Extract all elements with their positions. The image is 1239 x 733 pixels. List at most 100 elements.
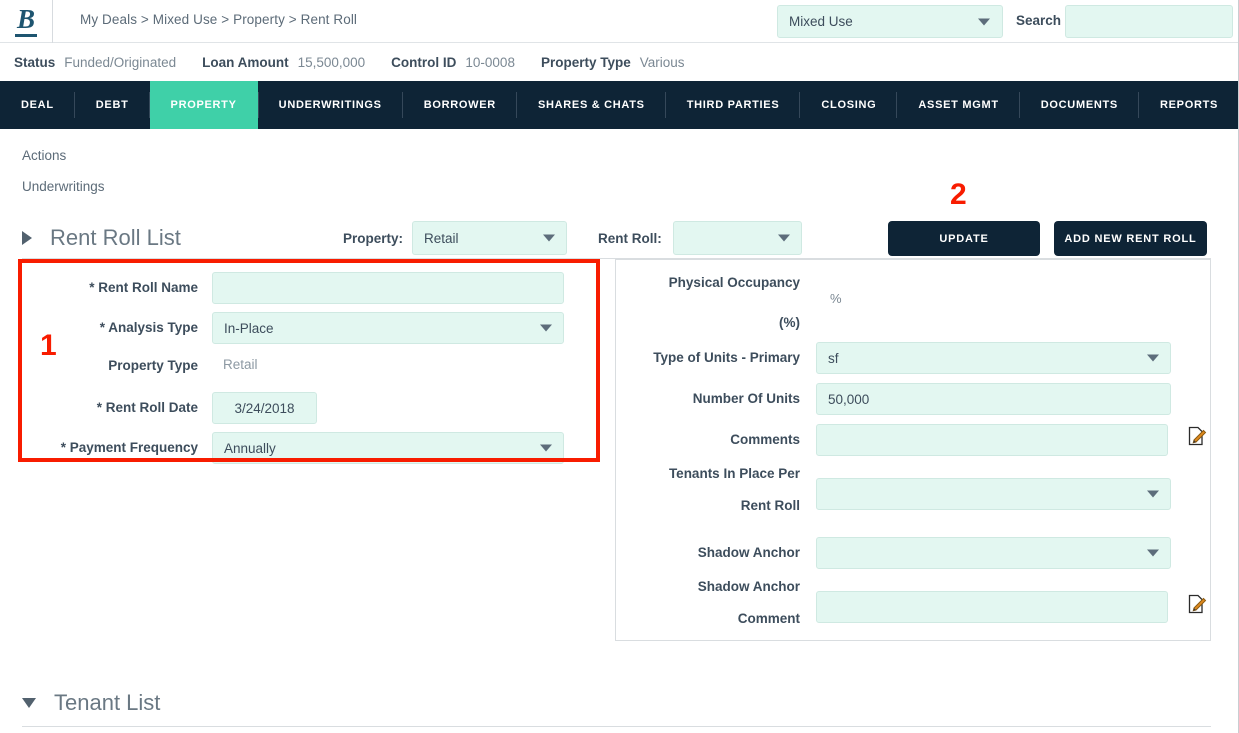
field-row-tenants-in-place: Tenants In Place Per Rent Roll <box>624 465 1171 515</box>
tenants-in-place-select[interactable] <box>816 478 1171 510</box>
tab-third-parties[interactable]: THIRD PARTIES <box>666 81 801 129</box>
status-value-status: Funded/Originated <box>64 55 177 70</box>
analysis-type-value: In-Place <box>224 320 274 336</box>
status-key-status: Status <box>14 55 56 70</box>
property-filter-value: Retail <box>424 230 459 246</box>
status-value-control-id: 10-0008 <box>465 55 515 70</box>
rent-roll-date-label: * Rent Roll Date <box>96 400 198 415</box>
edit-pencil-icon[interactable] <box>1187 426 1207 446</box>
top-bar: B My Deals > Mixed Use > Property > Rent… <box>0 0 1239 43</box>
type-of-units-value: sf <box>828 350 839 366</box>
rent-roll-filter-select[interactable] <box>673 221 802 255</box>
tab-reports[interactable]: REPORTS <box>1139 81 1239 129</box>
tab-borrower-label: BORROWER <box>423 99 496 111</box>
property-type-label: Property Type <box>108 358 198 373</box>
tab-asset-mgmt[interactable]: ASSET MGMT <box>897 81 1021 129</box>
edit-pencil-icon[interactable] <box>1187 594 1207 614</box>
tab-shares-chats[interactable]: SHARES & CHATS <box>517 81 666 129</box>
tenant-list-title: Tenant List <box>54 690 161 715</box>
deal-status-strip: Status Funded/Originated Loan Amount 15,… <box>0 44 1239 81</box>
shadow-anchor-comment-label-line2: Comment <box>737 611 800 626</box>
app-logo[interactable]: B <box>0 0 53 43</box>
link-underwritings[interactable]: Underwritings <box>22 179 105 194</box>
status-key-property-type: Property Type <box>540 55 631 70</box>
tab-underwritings[interactable]: UNDERWRITINGS <box>257 81 403 129</box>
tab-deal-label: DEAL <box>21 99 54 111</box>
chevron-down-icon <box>540 444 552 452</box>
annotation-number-2: 2 <box>950 178 967 211</box>
payment-frequency-label: * Payment Frequency <box>60 440 198 455</box>
type-of-units-select[interactable]: sf <box>816 342 1171 374</box>
shadow-anchor-comment-label: Shadow Anchor Comment <box>624 578 816 628</box>
update-button[interactable]: UPDATE <box>888 221 1040 256</box>
field-row-analysis-type: * Analysis Type In-Place <box>22 312 564 344</box>
field-row-comments: Comments <box>624 424 1168 456</box>
add-new-rent-roll-button[interactable]: ADD NEW RENT ROLL <box>1054 221 1207 256</box>
status-key-control-id: Control ID <box>391 55 457 70</box>
search-input[interactable] <box>1066 6 1232 37</box>
rent-roll-form-left: * Rent Roll Name * Analysis Type In-Plac… <box>22 262 598 464</box>
analysis-type-select[interactable]: In-Place <box>212 312 564 344</box>
tab-closing[interactable]: CLOSING <box>800 81 898 129</box>
rent-roll-date-input[interactable]: 3/24/2018 <box>212 392 317 424</box>
status-key-loan-amount: Loan Amount <box>202 55 289 70</box>
field-row-rent-roll-date: * Rent Roll Date 3/24/2018 <box>22 392 317 424</box>
shadow-anchor-comment-input[interactable] <box>828 592 1167 622</box>
tab-shares-chats-label: SHARES & CHATS <box>537 99 645 111</box>
tenant-list-divider <box>22 726 1211 727</box>
chevron-down-icon <box>540 324 552 332</box>
rent-roll-name-input[interactable] <box>224 273 563 303</box>
triangle-right-icon[interactable] <box>22 231 32 245</box>
tenant-list-header: Tenant List <box>22 690 160 716</box>
shadow-anchor-comment-input-wrapper[interactable] <box>816 591 1168 623</box>
number-of-units-label: Number Of Units <box>692 391 800 406</box>
tenants-in-place-label-line2: Rent Roll <box>740 498 800 513</box>
breadcrumb[interactable]: My Deals > Mixed Use > Property > Rent R… <box>80 12 357 27</box>
tenants-in-place-label-line1: Tenants In Place Per <box>668 466 800 481</box>
tab-underwritings-label: UNDERWRITINGS <box>278 99 382 111</box>
tab-reports-label: REPORTS <box>1159 99 1219 111</box>
tab-deal[interactable]: DEAL <box>0 81 75 129</box>
tab-closing-label: CLOSING <box>821 99 877 111</box>
deal-context-select[interactable]: Mixed Use <box>777 5 1003 38</box>
type-of-units-label: Type of Units - Primary <box>653 350 800 365</box>
physical-occupancy-label: Physical Occupancy (%) <box>624 274 816 332</box>
property-filter-label: Property: <box>343 231 404 246</box>
field-row-shadow-anchor: Shadow Anchor <box>624 537 1171 569</box>
search-label: Search <box>1016 13 1062 28</box>
tab-property-label: PROPERTY <box>170 99 237 111</box>
physical-occupancy-label-line2: (%) <box>779 315 800 330</box>
tab-documents-label: DOCUMENTS <box>1040 99 1118 111</box>
payment-frequency-value: Annually <box>224 440 276 456</box>
rent-roll-name-input-wrapper[interactable] <box>212 272 564 304</box>
tab-third-parties-label: THIRD PARTIES <box>686 99 780 111</box>
property-filter-select[interactable]: Retail <box>412 221 567 255</box>
search-field-wrapper[interactable] <box>1065 5 1233 38</box>
field-row-shadow-anchor-comment: Shadow Anchor Comment <box>624 578 1168 628</box>
payment-frequency-select[interactable]: Annually <box>212 432 564 464</box>
tab-debt-label: DEBT <box>95 99 129 111</box>
field-row-type-of-units: Type of Units - Primary sf <box>624 342 1171 374</box>
link-actions[interactable]: Actions <box>22 148 105 163</box>
shadow-anchor-label: Shadow Anchor <box>697 545 800 560</box>
rent-roll-filter-label: Rent Roll: <box>598 231 662 246</box>
logo-b-letter: B <box>14 6 37 37</box>
comments-input[interactable] <box>828 425 1167 455</box>
tenants-in-place-label: Tenants In Place Per Rent Roll <box>624 465 816 515</box>
field-row-physical-occupancy: Physical Occupancy (%) % <box>624 274 842 332</box>
percent-symbol: % <box>830 291 842 306</box>
comments-label: Comments <box>730 432 800 447</box>
tab-property[interactable]: PROPERTY <box>149 81 258 129</box>
number-of-units-value: 50,000 <box>828 391 870 407</box>
shadow-anchor-select[interactable] <box>816 537 1171 569</box>
rent-roll-date-value: 3/24/2018 <box>234 400 295 416</box>
tab-borrower[interactable]: BORROWER <box>403 81 518 129</box>
tab-documents[interactable]: DOCUMENTS <box>1020 81 1140 129</box>
comments-input-wrapper[interactable] <box>816 424 1168 456</box>
tab-debt[interactable]: DEBT <box>75 81 150 129</box>
number-of-units-input-wrapper[interactable]: 50,000 <box>816 383 1171 415</box>
status-value-loan-amount: 15,500,000 <box>297 55 366 70</box>
shadow-anchor-comment-label-line1: Shadow Anchor <box>697 579 800 594</box>
triangle-down-icon[interactable] <box>22 698 36 708</box>
chevron-down-icon <box>1147 354 1159 362</box>
